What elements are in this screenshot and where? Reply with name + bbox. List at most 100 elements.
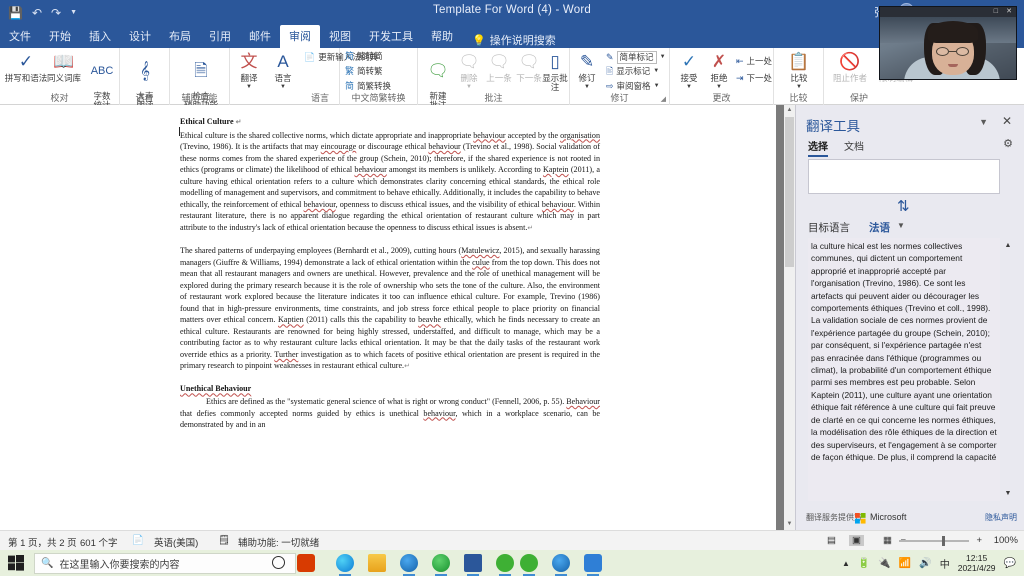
privacy-statement-link[interactable]: 隐私声明 — [985, 512, 1017, 523]
simp-to-trad-button[interactable]: 繁 简转繁 — [345, 66, 383, 77]
translator-output-scrollbar[interactable]: ▲ ▼ — [1003, 238, 1013, 501]
zoom-in-button[interactable]: + — [976, 535, 982, 546]
meeting-icon[interactable] — [552, 554, 570, 576]
tab-document[interactable]: 文档 — [844, 138, 864, 155]
scroll-up-icon[interactable]: ▲ — [784, 105, 795, 116]
restore-icon[interactable]: □ — [994, 7, 998, 17]
translator-source-input[interactable] — [808, 159, 1000, 194]
trad-to-simp-button[interactable]: 简 繁转简 — [345, 51, 383, 62]
qq-icon[interactable] — [520, 554, 538, 576]
scroll-down-icon[interactable]: ▼ — [1003, 488, 1013, 499]
webcam-overlay-window[interactable]: □ ✕ — [879, 6, 1017, 80]
ribbon-tab-strip[interactable]: 文件 开始 插入 设计 布局 引用 邮件 审阅 视图 开发工具 帮助 💡 操作说… — [0, 25, 1024, 48]
proofing-errors-icon[interactable]: 📄 — [132, 535, 144, 546]
language-indicator[interactable]: 英语(美国) — [154, 535, 198, 549]
tab-home[interactable]: 开始 — [40, 25, 80, 48]
taskbar-search-box[interactable]: 🔍 在这里输入你要搜索的内容 — [34, 553, 296, 574]
chevron-down-icon[interactable]: ▼ — [979, 117, 988, 127]
battery-icon[interactable]: 🔋 — [858, 558, 870, 569]
group-label-compare: 比较 — [789, 93, 808, 103]
read-mode-icon[interactable]: ▤ — [827, 535, 836, 546]
tab-insert[interactable]: 插入 — [80, 25, 120, 48]
track-changes-button[interactable]: ✎ 修订 ▼ — [572, 50, 602, 92]
tab-view[interactable]: 视图 — [320, 25, 360, 48]
tab-mailings[interactable]: 邮件 — [240, 25, 280, 48]
translator-footer: 翻译服务提供方 Microsoft 隐私声明 — [796, 512, 1024, 526]
tab-layout[interactable]: 布局 — [160, 25, 200, 48]
webcam-mouth — [948, 64, 958, 67]
accept-change-button[interactable]: ✓ 接受 ▼ — [674, 50, 704, 92]
tell-me-box[interactable]: 💡 操作说明搜索 — [462, 32, 556, 48]
target-language-value[interactable]: 法语 — [869, 220, 890, 235]
markup-display-dropdown[interactable]: ✎ 简单标记 ▼ — [606, 51, 666, 64]
zoom-level-label[interactable]: 100% — [994, 535, 1018, 546]
tab-review[interactable]: 审阅 — [280, 25, 320, 48]
document-vertical-scrollbar[interactable]: ▲ ▼ — [784, 105, 795, 530]
show-comments-button[interactable]: ▯ 显示批注 — [540, 50, 570, 92]
scrollbar-thumb[interactable] — [785, 117, 794, 267]
previous-comment-button[interactable]: 🗨 上一条 — [484, 50, 514, 83]
target-language-caret-icon[interactable]: ▼ — [897, 221, 905, 230]
document-text[interactable]: Ethical Culture ↵ Ethical culture is the… — [180, 116, 600, 441]
web-layout-icon[interactable]: ▦ — [883, 535, 892, 546]
previous-change-button[interactable]: ⇤ 上一处 — [736, 56, 772, 67]
scroll-down-icon[interactable]: ▼ — [784, 519, 795, 530]
page-indicator[interactable]: 第 1 页，共 2 页 — [8, 535, 77, 549]
zoom-slider[interactable] — [899, 540, 969, 542]
ribbon-group-proofing: ✓ 拼写和语法 📖 同义词库 ABC 字数 统计 校对 — [0, 48, 120, 110]
heading-ethical-culture: Ethical Culture ↵ — [180, 117, 242, 126]
word-count-indicator[interactable]: 601 个字 — [80, 535, 118, 549]
translate-button[interactable]: 文 翻译 ▼ — [232, 50, 266, 92]
print-layout-icon[interactable]: ▣ — [849, 535, 864, 546]
document-area[interactable]: Ethical Culture ↵ Ethical culture is the… — [0, 105, 795, 530]
cortana-icon[interactable] — [272, 556, 285, 569]
clock[interactable]: 12:15 2021/4/29 — [958, 553, 996, 573]
tracking-dialog-launcher-icon[interactable]: ◢ — [661, 95, 666, 103]
tab-design[interactable]: 设计 — [120, 25, 160, 48]
tab-help[interactable]: 帮助 — [422, 25, 462, 48]
group-label-tracking: 修订 — [610, 93, 629, 103]
foxmail-icon[interactable] — [400, 554, 418, 576]
word-icon[interactable] — [464, 554, 482, 576]
next-change-button[interactable]: ⇥ 下一处 — [736, 73, 772, 84]
file-explorer-icon[interactable] — [368, 554, 386, 572]
zoom-slider-thumb[interactable] — [942, 536, 945, 546]
360-browser-icon[interactable] — [432, 554, 450, 576]
tab-file[interactable]: 文件 — [0, 25, 40, 48]
document-page[interactable]: Ethical Culture ↵ Ethical culture is the… — [0, 105, 776, 530]
show-markup-button[interactable]: 🖹 显示标记 ▼ — [606, 66, 659, 77]
accessibility-indicator[interactable]: 辅助功能: 一切就绪 — [238, 535, 319, 549]
scroll-up-icon[interactable]: ▲ — [1003, 240, 1013, 251]
player-icon[interactable] — [584, 554, 602, 576]
tab-developer[interactable]: 开发工具 — [360, 25, 422, 48]
close-icon[interactable]: ✕ — [1002, 114, 1012, 128]
paragraph-2: The shared patterns of underpaying emplo… — [180, 245, 600, 371]
block-authors-button[interactable]: 🚫 阻止作者 — [828, 50, 872, 83]
language-button[interactable]: A 语言 ▼ — [266, 50, 300, 92]
windows-start-icon[interactable] — [8, 555, 24, 571]
office-icon[interactable] — [297, 554, 315, 572]
markup-display-caret-icon[interactable]: ▼ — [660, 52, 666, 63]
notification-icon[interactable]: 💬 — [1004, 558, 1016, 569]
ribbon-group-accessibility: 🗎 检查 辅助功能 辅助功能 — [170, 48, 230, 110]
system-tray[interactable]: ▲ 🔋 🔌 📶 🔊 中 12:15 2021/4/29 💬 — [842, 550, 1016, 576]
volume-icon[interactable]: 🔊 — [919, 558, 931, 569]
compare-button[interactable]: 📋 比较 ▼ — [777, 50, 821, 92]
usb-icon[interactable]: 🔌 — [878, 558, 890, 569]
gear-icon[interactable]: ⚙ — [1003, 137, 1013, 150]
swap-languages-icon[interactable]: ⇅ — [897, 197, 910, 215]
edge-icon[interactable] — [336, 554, 354, 576]
delete-comment-button[interactable]: 🗨 删除 ▼ — [454, 50, 484, 92]
show-hidden-icons-icon[interactable]: ▲ — [842, 559, 850, 568]
wechat-icon[interactable] — [496, 554, 514, 576]
translate-caret-icon[interactable]: ▼ — [232, 83, 266, 92]
tab-references[interactable]: 引用 — [200, 25, 240, 48]
tab-selection[interactable]: 选择 — [808, 138, 828, 157]
trad-to-simp-icon: 简 — [345, 51, 355, 61]
ime-icon[interactable]: 🗒 — [218, 535, 230, 546]
wifi-icon[interactable]: 📶 — [899, 558, 911, 569]
ime-mode-icon[interactable]: 中 — [940, 556, 950, 571]
reject-change-button[interactable]: ✗ 拒绝 ▼ — [704, 50, 734, 92]
close-icon[interactable]: ✕ — [1006, 7, 1012, 17]
show-markup-caret-icon[interactable]: ▼ — [653, 66, 659, 77]
